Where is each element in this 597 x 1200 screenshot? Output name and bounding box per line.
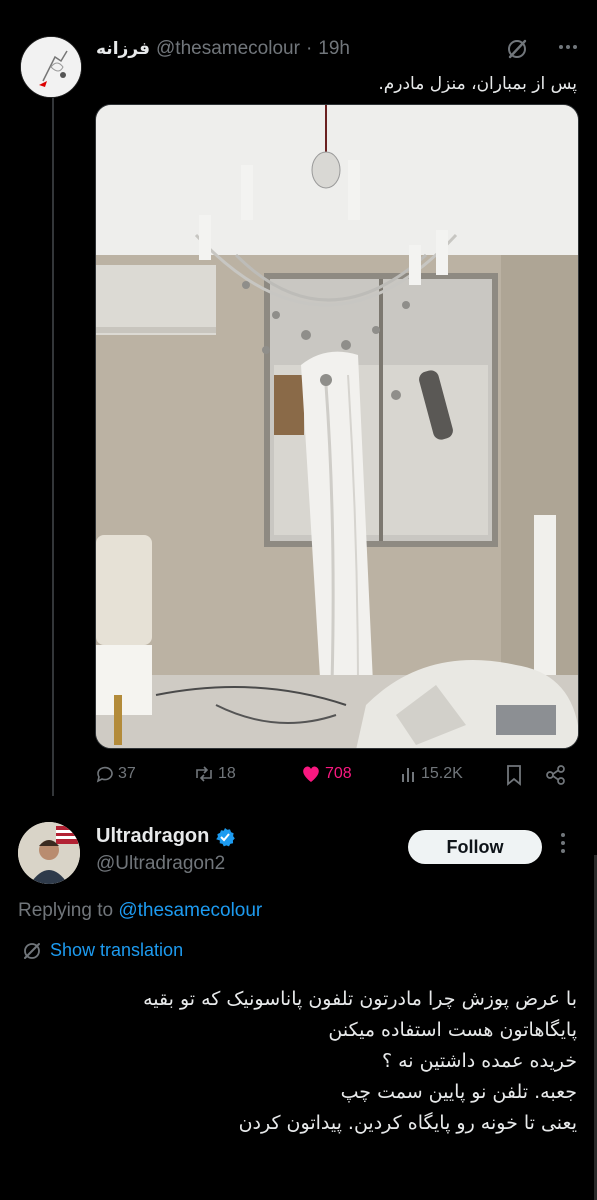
tweet-header: فرزانه @thesamecolour · 19h (96, 38, 350, 60)
show-translation-label[interactable]: Show translation (50, 940, 183, 961)
reply-author-name[interactable]: Ultradragon (96, 825, 209, 848)
author-avatar[interactable] (20, 36, 82, 98)
grok-icon[interactable] (506, 38, 528, 60)
tweet-photo[interactable] (95, 104, 579, 749)
replying-prefix: Replying to (18, 900, 114, 921)
views-button[interactable]: 15.2K (400, 764, 463, 784)
reply-line: پایگاهاتون هست استفاده میکنن (328, 1019, 577, 1041)
views-icon (402, 768, 414, 782)
repost-button[interactable]: 18 (193, 764, 236, 784)
author-handle[interactable]: @thesamecolour (156, 38, 300, 60)
more-icon[interactable] (557, 36, 579, 64)
reply-author-avatar[interactable] (18, 822, 80, 884)
more-vertical-icon[interactable] (560, 832, 566, 854)
repost-icon (196, 766, 212, 782)
reply-text: با عرض پوزش چرا مادرتون تلفون پاناسونیک … (17, 984, 577, 1139)
reply-author-handle[interactable]: @Ultradragon2 (96, 853, 225, 875)
verified-badge-icon (216, 827, 236, 846)
reply-icon (96, 766, 113, 783)
tweet-time[interactable]: 19h (318, 38, 350, 60)
translate-icon (24, 942, 40, 959)
follow-button[interactable]: Follow (408, 830, 542, 864)
reply-line: خریده عمده داشتین نه ؟ (381, 1050, 577, 1072)
author-name[interactable]: فرزانه (96, 39, 150, 59)
share-icon[interactable] (545, 764, 567, 786)
reply-author-name-row: Ultradragon (96, 825, 236, 848)
show-translation-link[interactable]: Show translation (22, 940, 183, 961)
like-count: 708 (325, 765, 352, 782)
repost-count: 18 (218, 765, 236, 782)
like-icon (303, 766, 319, 782)
tweet-text: پس از بمباران، منزل مادرم. (378, 74, 577, 94)
views-count: 15.2K (421, 765, 463, 782)
reply-line: با عرض پوزش چرا مادرتون تلفون پاناسونیک … (143, 988, 577, 1010)
reply-line: جعبه. تلفن نو پایین سمت چپ (340, 1081, 577, 1103)
reply-count: 37 (118, 765, 136, 782)
like-button[interactable]: 708 (300, 764, 352, 784)
bookmark-icon[interactable] (505, 764, 523, 786)
replying-to-line: Replying to @thesamecolour (18, 900, 262, 922)
replying-to-mention[interactable]: @thesamecolour (118, 900, 262, 921)
reply-line: یعنی تا خونه رو پایگاه کردین. پیداتون کر… (238, 1112, 577, 1134)
thread-connector-line (52, 96, 54, 796)
separator-dot: · (305, 38, 313, 59)
tweet-action-bar: 37 18 708 15.2K (95, 764, 575, 792)
reply-button[interactable]: 37 (95, 764, 136, 784)
